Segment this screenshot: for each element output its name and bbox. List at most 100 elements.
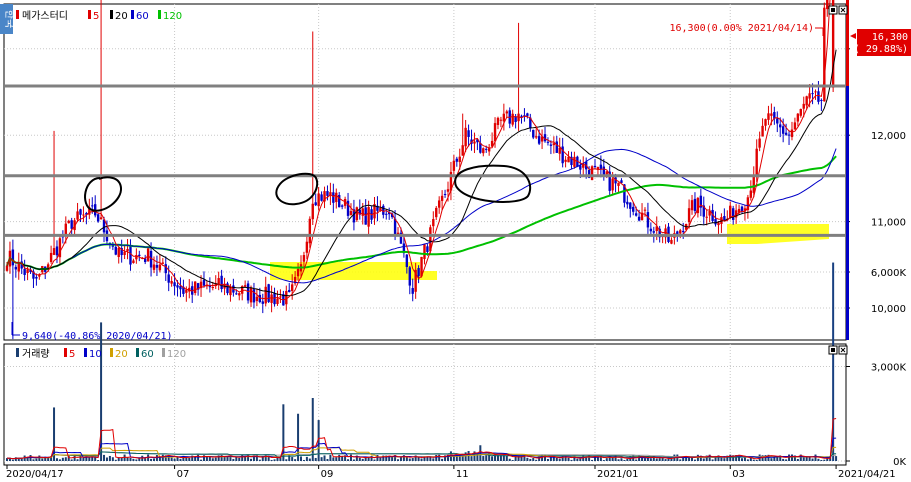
volume-bar[interactable]	[338, 454, 341, 461]
candle-body[interactable]	[70, 220, 73, 229]
volume-bar[interactable]	[482, 456, 485, 461]
volume-bar[interactable]	[70, 459, 73, 461]
candle-body[interactable]	[11, 249, 15, 266]
candle-body[interactable]	[826, 0, 829, 10]
candle-body[interactable]	[458, 156, 461, 163]
candle-body[interactable]	[123, 251, 126, 256]
candle-body[interactable]	[335, 192, 338, 203]
volume-bar[interactable]	[591, 459, 594, 461]
candle-body[interactable]	[170, 280, 173, 284]
candle-body[interactable]	[332, 192, 335, 203]
candle-body[interactable]	[285, 290, 288, 305]
volume-bar[interactable]	[73, 455, 76, 461]
volume-bar[interactable]	[335, 457, 338, 461]
volume-bar[interactable]	[408, 458, 411, 461]
candle-body[interactable]	[211, 287, 214, 289]
volume-bar[interactable]	[179, 458, 182, 461]
volume-bar[interactable]	[208, 456, 211, 461]
candle-body[interactable]	[496, 117, 500, 125]
candle-body[interactable]	[276, 298, 279, 304]
candle-body[interactable]	[593, 165, 597, 168]
volume-bar[interactable]	[76, 459, 79, 461]
volume-bar[interactable]	[323, 455, 326, 461]
volume-bar[interactable]	[558, 458, 561, 461]
volume-bar[interactable]	[294, 459, 297, 461]
volume-bar[interactable]	[729, 454, 732, 461]
volume-bar[interactable]	[438, 454, 441, 461]
candle-body[interactable]	[679, 230, 682, 234]
candle-body[interactable]	[690, 200, 694, 211]
candle-body[interactable]	[611, 178, 614, 191]
volume-bar[interactable]	[720, 457, 723, 461]
volume-bar[interactable]	[391, 456, 394, 461]
volume-bar[interactable]	[679, 459, 682, 461]
candle-body[interactable]	[49, 252, 53, 262]
candle-body[interactable]	[117, 247, 120, 258]
candle-body[interactable]	[129, 246, 132, 265]
candle-body[interactable]	[752, 174, 755, 193]
candle-body[interactable]	[485, 148, 488, 150]
volume-bar[interactable]	[399, 457, 402, 461]
volume-bar[interactable]	[126, 457, 129, 461]
candle-body[interactable]	[52, 248, 56, 255]
volume-bar[interactable]	[314, 457, 317, 461]
volume-bar[interactable]	[211, 458, 214, 461]
candle-body[interactable]	[252, 289, 256, 303]
candle-body[interactable]	[349, 211, 353, 216]
candle-body[interactable]	[764, 119, 767, 126]
candle-body[interactable]	[714, 218, 717, 225]
volume-bar[interactable]	[702, 458, 705, 461]
candle-body[interactable]	[167, 274, 170, 283]
candle-body[interactable]	[314, 202, 317, 206]
candle-body[interactable]	[396, 232, 400, 235]
candle-body[interactable]	[249, 287, 253, 303]
candle-body[interactable]	[820, 99, 823, 101]
candle-body[interactable]	[511, 113, 514, 125]
candle-body[interactable]	[270, 294, 273, 303]
candle-body[interactable]	[717, 222, 720, 226]
price-volume-chart[interactable]: 2020/04/17 07 09 11 2021/01 03 2021/04/21 10,00…	[0, 0, 911, 482]
volume-bar[interactable]	[397, 459, 400, 461]
volume-bar[interactable]	[823, 459, 826, 461]
volume-bar[interactable]	[361, 458, 364, 461]
volume-bar[interactable]	[835, 456, 838, 461]
candle-body[interactable]	[435, 207, 438, 218]
volume-bar[interactable]	[649, 458, 652, 461]
candle-body[interactable]	[793, 122, 797, 130]
candle-body[interactable]	[487, 148, 491, 152]
candle-body[interactable]	[235, 293, 238, 295]
volume-bar[interactable]	[347, 459, 350, 461]
volume-bar[interactable]	[258, 459, 261, 461]
volume-bar[interactable]	[302, 459, 305, 461]
candle-body[interactable]	[805, 96, 808, 106]
candle-body[interactable]	[632, 206, 635, 212]
candle-body[interactable]	[426, 246, 429, 252]
volume-bar[interactable]	[35, 458, 38, 461]
candle-body[interactable]	[729, 205, 732, 218]
volume-bar[interactable]	[58, 459, 61, 461]
volume-bar[interactable]	[432, 458, 435, 461]
volume-bar[interactable]	[305, 456, 308, 461]
volume-bar[interactable]	[693, 459, 696, 461]
candle-body[interactable]	[273, 293, 276, 305]
candle-body[interactable]	[643, 209, 647, 211]
candle-body[interactable]	[385, 213, 388, 215]
volume-bar[interactable]	[150, 458, 153, 461]
volume-bar[interactable]	[332, 457, 335, 461]
volume-bar[interactable]	[526, 457, 529, 461]
candle-body[interactable]	[440, 195, 444, 201]
volume-bar[interactable]	[129, 457, 132, 461]
volume-bar[interactable]	[517, 455, 520, 461]
volume-bar[interactable]	[55, 458, 58, 461]
candle-body[interactable]	[564, 159, 567, 162]
volume-bar[interactable]	[241, 454, 244, 461]
candle-body[interactable]	[417, 268, 420, 277]
candle-body[interactable]	[502, 113, 506, 122]
volume-bar[interactable]	[291, 457, 294, 461]
candle-body[interactable]	[682, 230, 685, 233]
candle-body[interactable]	[185, 289, 188, 293]
candle-body[interactable]	[238, 293, 241, 296]
candle-body[interactable]	[446, 189, 450, 192]
candle-body[interactable]	[296, 268, 300, 277]
volume-bar[interactable]	[505, 456, 508, 461]
